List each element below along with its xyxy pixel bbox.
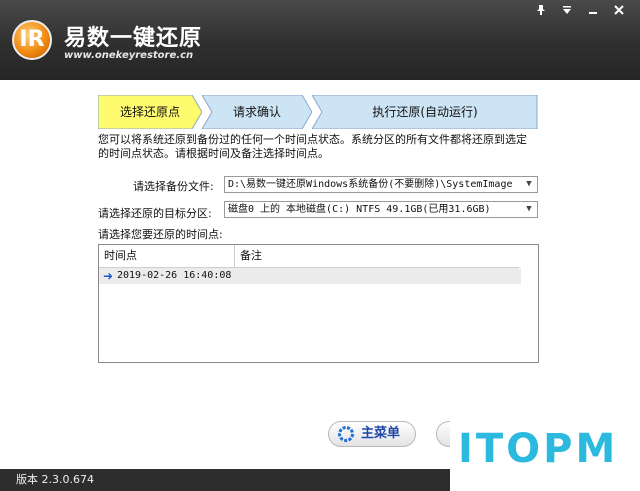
list-header: 时间点 备注 xyxy=(99,245,519,268)
step-label: 请求确认 xyxy=(232,105,281,119)
step-label: 选择还原点 xyxy=(119,105,180,119)
step-select-restore-point: 选择还原点 xyxy=(98,95,202,129)
column-header-time[interactable]: 时间点 xyxy=(99,245,235,267)
wizard-steps: 选择还原点 请求确认 执行还原(自动运行) xyxy=(98,95,538,129)
minimize-icon[interactable] xyxy=(582,4,604,20)
watermark: ITOPM xyxy=(450,420,640,491)
table-row[interactable]: ➜ 2019-02-26 16:40:08 xyxy=(99,268,521,284)
menu-icon[interactable] xyxy=(556,4,578,20)
watermark-text: ITOPM xyxy=(458,426,619,472)
restore-point-list[interactable]: 时间点 备注 ➜ 2019-02-26 16:40:08 xyxy=(98,244,539,363)
chevron-down-icon[interactable]: ▼ xyxy=(521,177,537,192)
window-controls xyxy=(530,4,630,20)
cell-time: 2019-02-26 16:40:08 xyxy=(117,270,232,281)
column-header-note[interactable]: 备注 xyxy=(235,245,519,267)
app-website: www.onekeyrestore.cn xyxy=(64,50,194,61)
title-bar: IR 易数一键还原 www.onekeyrestore.cn xyxy=(0,0,640,80)
target-partition-select[interactable]: 磁盘0 上的 本地磁盘(C:) NTFS 49.1GB(已用31.6GB) ▼ xyxy=(224,201,538,218)
backup-file-select[interactable]: D:\易数一键还原Windows系统备份(不要删除)\SystemImage ▼ xyxy=(224,176,538,193)
chevron-down-icon[interactable]: ▼ xyxy=(521,202,537,217)
logo-glyph: IR xyxy=(19,27,45,52)
main-menu-label: 主菜单 xyxy=(361,426,401,441)
backup-file-label: 请选择备份文件: xyxy=(133,180,214,193)
step-label: 执行还原(自动运行) xyxy=(372,105,478,119)
close-icon[interactable] xyxy=(608,4,630,20)
instructions-line-1: 您可以将系统还原到备份过的任何一个时间点状态。系统分区的所有文件都将还原到选定 xyxy=(98,133,527,146)
main-menu-button[interactable]: 主菜单 xyxy=(328,421,416,447)
app-logo: IR xyxy=(12,20,52,60)
instructions: 您可以将系统还原到备份过的任何一个时间点状态。系统分区的所有文件都将还原到选定 … xyxy=(98,133,538,161)
backup-file-value: D:\易数一键还原Windows系统备份(不要删除)\SystemImage xyxy=(228,179,513,190)
refresh-icon xyxy=(338,426,354,442)
restore-point-label: 请选择您要还原的时间点: xyxy=(98,228,223,241)
arrow-right-icon: ➜ xyxy=(103,269,114,283)
target-partition-value: 磁盘0 上的 本地磁盘(C:) NTFS 49.1GB(已用31.6GB) xyxy=(228,204,491,215)
instructions-line-2: 的时间点状态。请根据时间及备注选择时间点。 xyxy=(98,147,329,160)
target-partition-label: 请选择还原的目标分区: xyxy=(98,207,212,220)
app-title: 易数一键还原 xyxy=(64,26,203,51)
step-execute: 执行还原(自动运行) xyxy=(312,95,538,129)
step-confirm: 请求确认 xyxy=(202,95,312,129)
pin-icon[interactable] xyxy=(530,4,552,20)
version-text: 版本 2.3.0.674 xyxy=(16,473,94,486)
